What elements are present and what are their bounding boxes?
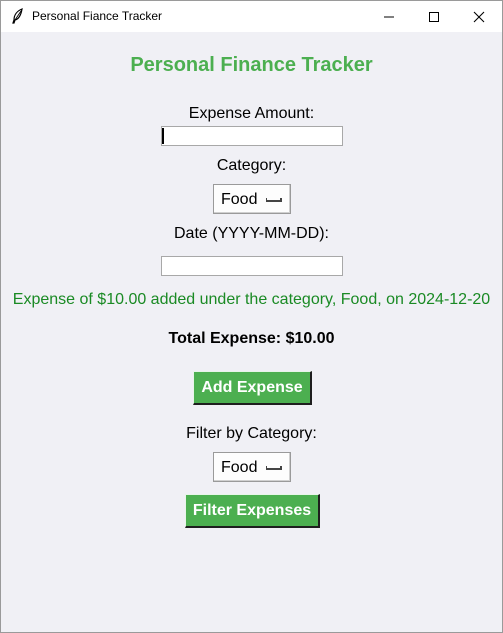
dropdown-indicator-icon [266, 466, 282, 470]
title-bar: Personal Fiance Tracker [1, 1, 502, 32]
filter-category-selected: Food [221, 459, 258, 476]
maximize-button[interactable] [411, 1, 456, 32]
date-label: Date (YYYY-MM-DD): [174, 225, 329, 242]
app-heading: Personal Finance Tracker [130, 54, 373, 76]
status-message: Expense of $10.00 added under the catego… [12, 291, 491, 308]
amount-input[interactable] [161, 126, 343, 146]
main-content: Personal Finance Tracker Expense Amount:… [1, 32, 502, 632]
filter-category-dropdown[interactable]: Food [213, 452, 291, 482]
date-input[interactable] [161, 256, 343, 276]
close-button[interactable] [456, 1, 501, 32]
feather-icon [12, 8, 23, 24]
category-dropdown[interactable]: Food [213, 184, 291, 214]
category-label: Category: [216, 157, 287, 174]
minimize-button[interactable] [366, 1, 411, 32]
close-icon [473, 11, 484, 22]
text-caret [162, 128, 164, 144]
add-expense-button[interactable]: Add Expense [193, 371, 312, 405]
category-selected: Food [221, 191, 258, 208]
app-window: Personal Fiance Tracker Personal Finance… [0, 0, 503, 633]
maximize-icon [428, 11, 439, 22]
filter-label: Filter by Category: [186, 425, 317, 442]
amount-label: Expense Amount: [188, 105, 315, 122]
minimize-icon [383, 16, 394, 17]
dropdown-indicator-icon [266, 198, 282, 202]
filter-expenses-button[interactable]: Filter Expenses [185, 494, 320, 528]
total-expense: Total Expense: $10.00 [168, 330, 335, 347]
window-title: Personal Fiance Tracker [32, 9, 163, 23]
